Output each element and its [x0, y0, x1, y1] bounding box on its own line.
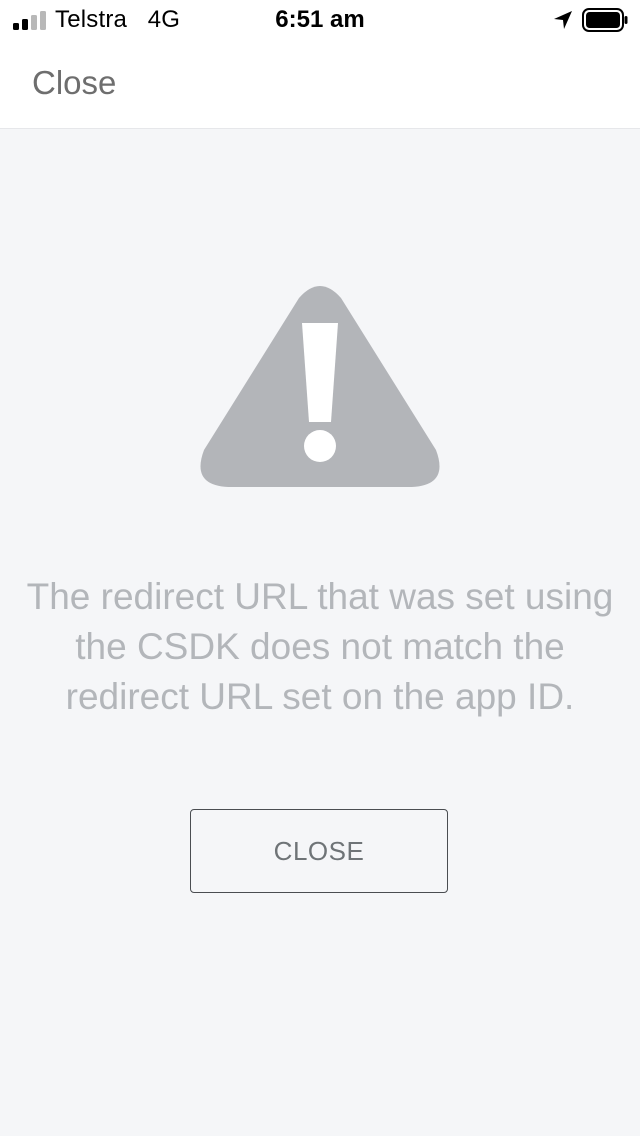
warning-triangle-icon — [200, 286, 440, 487]
status-bar: Telstra 4G 6:51 am — [0, 0, 640, 40]
battery-icon — [582, 8, 628, 32]
error-message: The redirect URL that was set using the … — [26, 576, 614, 717]
screen: Telstra 4G 6:51 am Close The redirect UR… — [0, 0, 640, 1136]
close-button[interactable]: CLOSE — [190, 809, 448, 893]
status-time: 6:51 am — [275, 6, 365, 33]
nav-close-button[interactable]: Close — [32, 64, 116, 102]
location-arrow-icon — [554, 11, 572, 29]
navigation-bar: Close — [0, 40, 640, 129]
